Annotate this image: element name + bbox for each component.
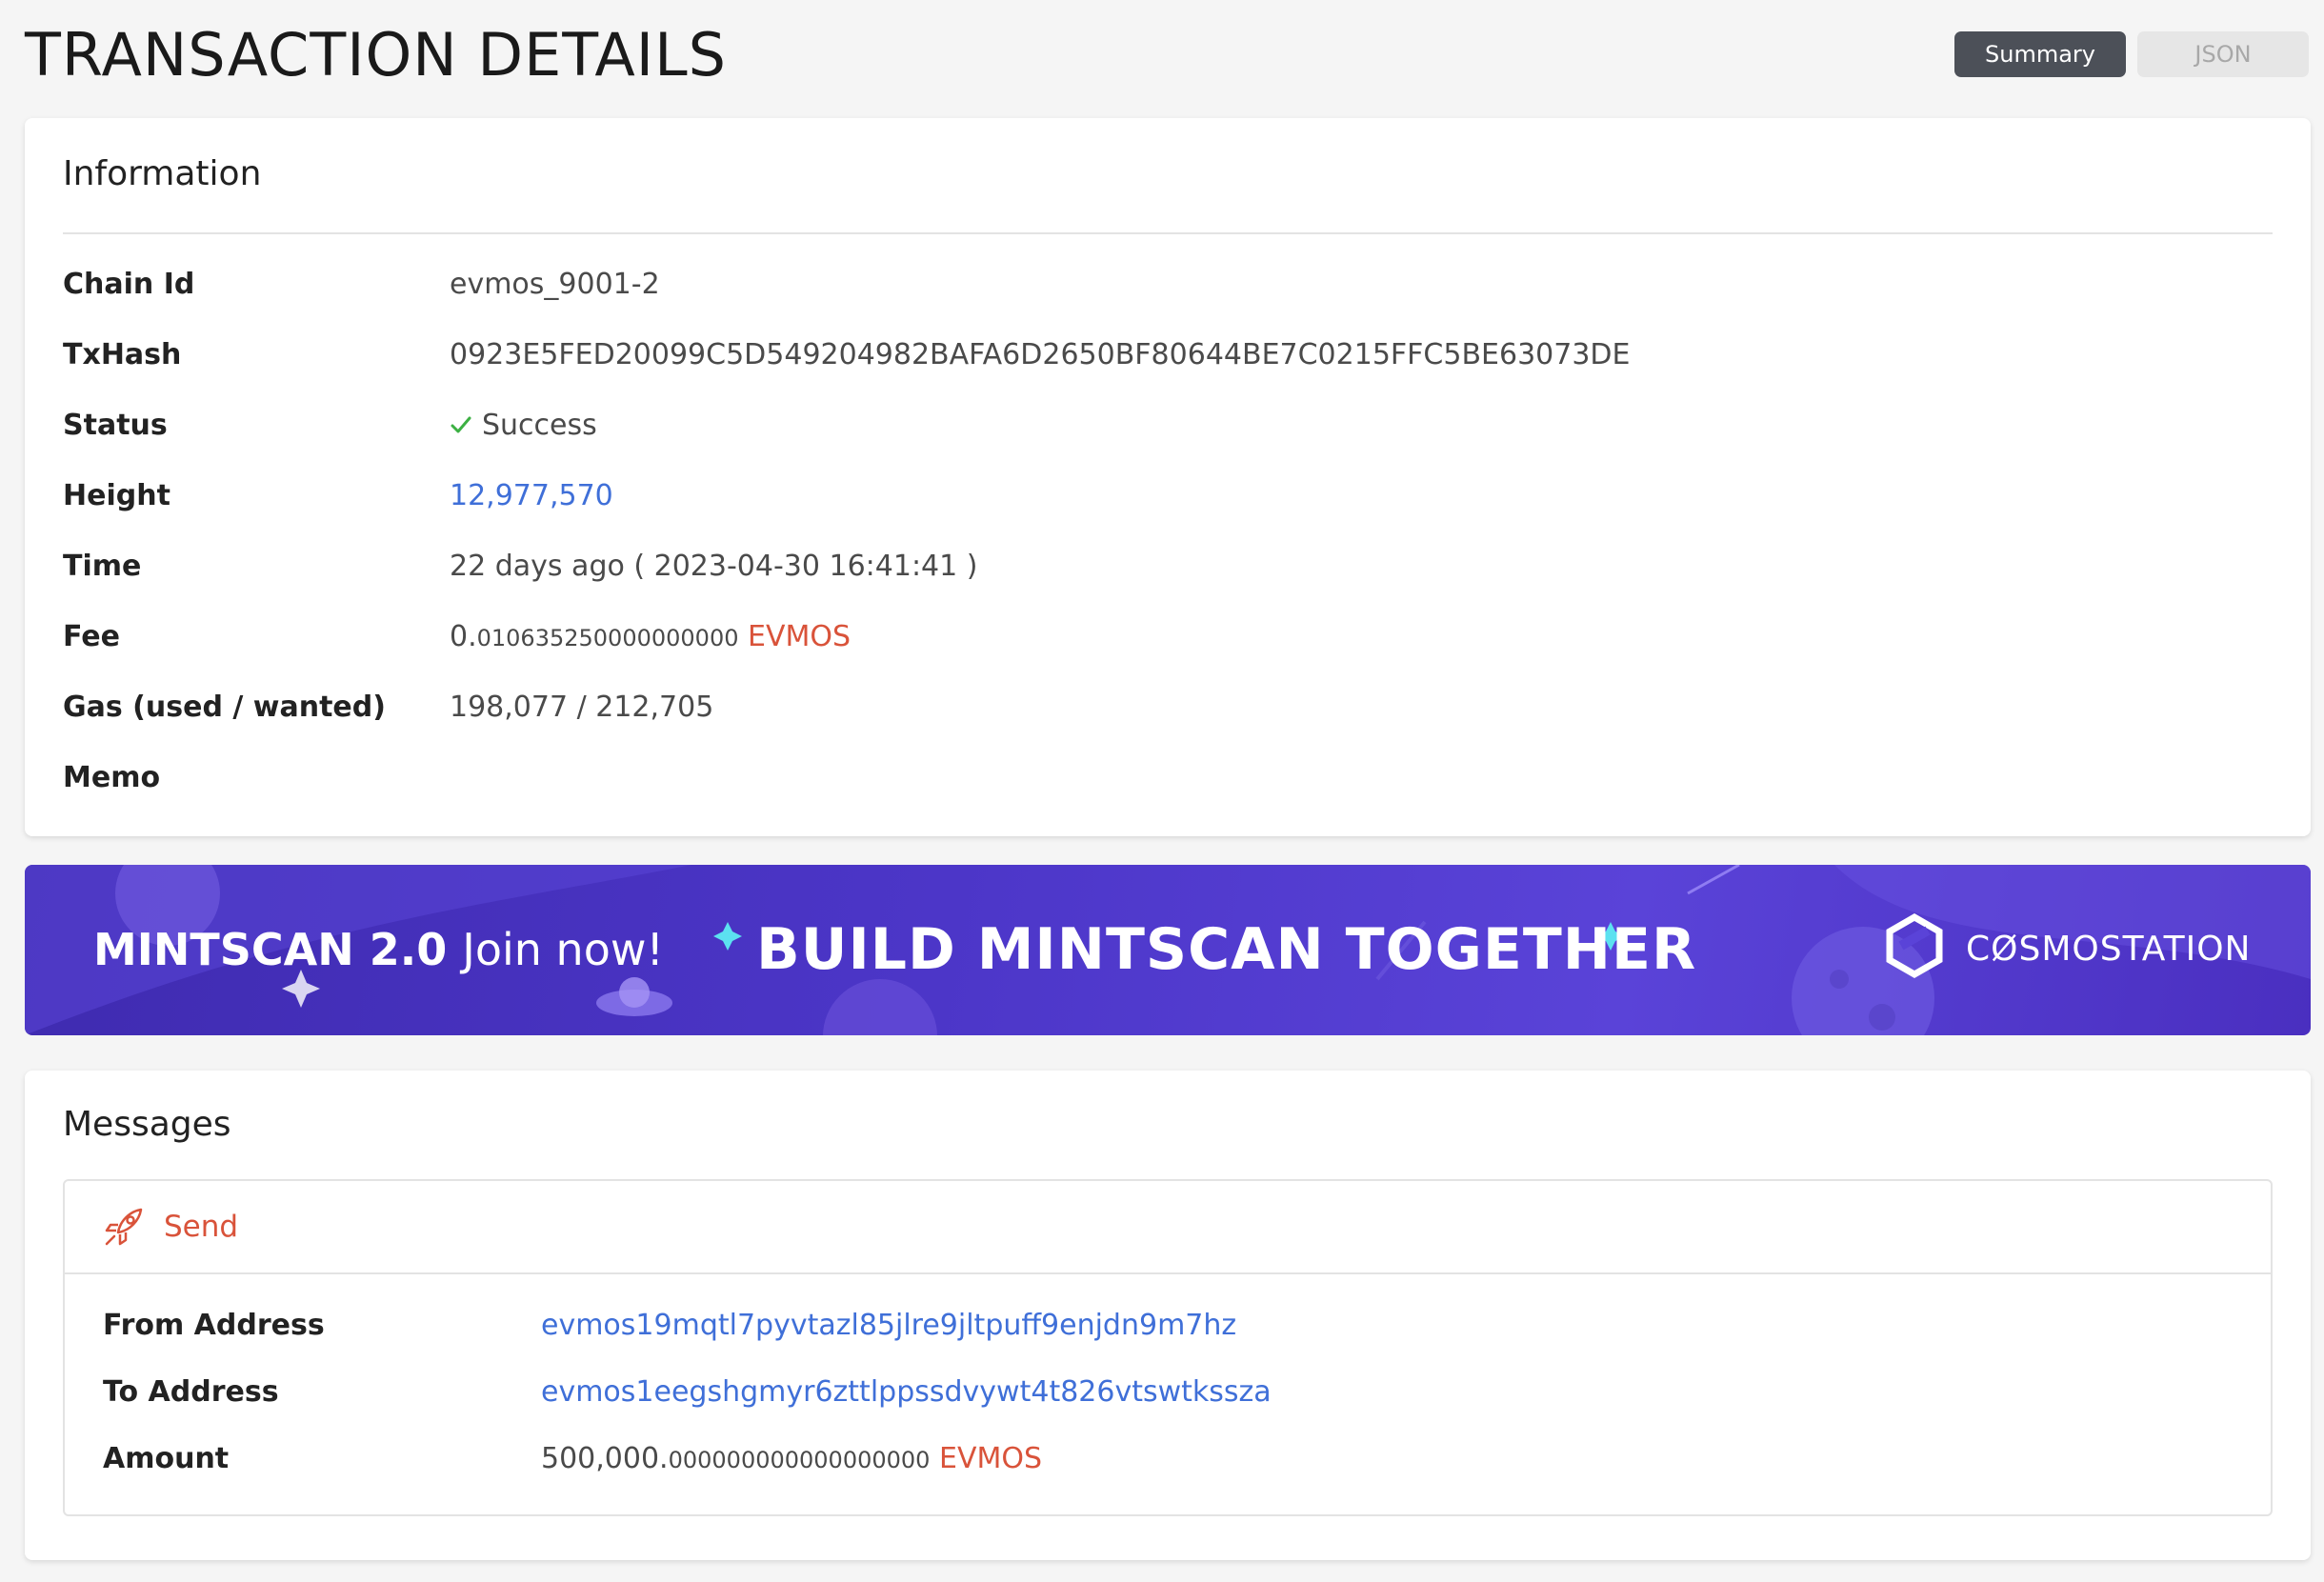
message-row-from: From Address evmos19mqtl7pyvtazl85jlre9j… xyxy=(103,1299,2233,1352)
chain-id-value: evmos_9001-2 xyxy=(450,268,660,301)
info-row-chain-id: Chain Id evmos_9001-2 xyxy=(63,258,2273,311)
check-icon xyxy=(451,416,471,433)
info-row-status: Status Success xyxy=(63,399,2273,452)
info-row-memo: Memo xyxy=(63,751,2273,805)
to-address-link[interactable]: evmos1eegshgmyr6zttlppssdvywt4t826vtswtk… xyxy=(541,1366,1272,1419)
info-label: Fee xyxy=(63,620,120,653)
message-row-to: To Address evmos1eegshgmyr6zttlppssdvywt… xyxy=(103,1366,2233,1419)
information-card: Information Chain Id evmos_9001-2 TxHash… xyxy=(25,118,2311,836)
amount-denom: EVMOS xyxy=(939,1442,1043,1475)
to-address-label: To Address xyxy=(103,1375,279,1409)
info-label: Gas (used / wanted) xyxy=(63,691,386,724)
view-toggle: Summary JSON xyxy=(1954,31,2309,77)
banner-headline: BUILD MINTSCAN TOGETHER xyxy=(756,916,1697,983)
banner-mintscan-label: MINTSCAN 2.0 xyxy=(93,924,448,975)
info-row-txhash: TxHash 0923E5FED20099C5D549204982BAFA6D2… xyxy=(63,329,2273,382)
info-row-time: Time 22 days ago ( 2023-04-30 16:41:41 ) xyxy=(63,540,2273,593)
banner-join-label: Join now! xyxy=(462,924,664,975)
message-header: Send xyxy=(65,1181,2271,1274)
amount-value: 500,000.000000000000000000 EVMOS xyxy=(541,1432,1042,1487)
from-address-link[interactable]: evmos19mqtl7pyvtazl85jlre9jltpuff9enjdn9… xyxy=(541,1299,1236,1352)
fee-denom: EVMOS xyxy=(748,620,851,653)
info-label: Chain Id xyxy=(63,268,195,301)
status-text: Success xyxy=(482,409,597,442)
info-label: TxHash xyxy=(63,338,182,371)
height-link[interactable]: 12,977,570 xyxy=(450,470,613,523)
info-label: Status xyxy=(63,409,168,442)
txhash-value: 0923E5FED20099C5D549204982BAFA6D2650BF80… xyxy=(450,338,1631,371)
message-item: Send From Address evmos19mqtl7pyvtazl85j… xyxy=(63,1179,2273,1516)
amount-decimals: 000000000000000000 xyxy=(668,1447,931,1473)
messages-card: Messages Send From Address evmos19mqtl7p… xyxy=(25,1071,2311,1560)
from-address-label: From Address xyxy=(103,1309,325,1342)
mintscan-promo-banner[interactable]: MINTSCAN 2.0 Join now! BUILD MINTSCAN TO… xyxy=(25,865,2311,1035)
information-divider xyxy=(63,232,2273,234)
message-type-label: Send xyxy=(164,1210,239,1244)
rocket-icon xyxy=(105,1208,143,1246)
info-row-height: Height 12,977,570 xyxy=(63,470,2273,523)
fee-decimals: 010635250000000000 xyxy=(476,625,739,651)
fee-integer: 0. xyxy=(450,620,477,653)
message-row-amount: Amount 500,000.000000000000000000 EVMOS xyxy=(103,1432,2233,1486)
info-row-fee: Fee 0.010635250000000000 EVMOS xyxy=(63,611,2273,664)
amount-integer: 500,000. xyxy=(541,1442,669,1475)
info-label: Memo xyxy=(63,761,161,794)
information-title: Information xyxy=(63,154,262,193)
time-value: 22 days ago ( 2023-04-30 16:41:41 ) xyxy=(450,550,978,583)
page-title: TRANSACTION DETAILS xyxy=(25,20,727,90)
amount-label: Amount xyxy=(103,1442,230,1475)
banner-brand-name: CØSMOSTATION xyxy=(1966,930,2252,969)
info-label: Height xyxy=(63,479,170,512)
info-row-gas: Gas (used / wanted) 198,077 / 212,705 xyxy=(63,681,2273,734)
gas-value: 198,077 / 212,705 xyxy=(450,691,714,724)
status-value: Success xyxy=(450,399,597,452)
info-label: Time xyxy=(63,550,142,583)
summary-tab-button[interactable]: Summary xyxy=(1954,31,2126,77)
banner-join-text: MINTSCAN 2.0 Join now! xyxy=(93,924,664,975)
messages-title: Messages xyxy=(63,1105,231,1144)
json-tab-button[interactable]: JSON xyxy=(2137,31,2309,77)
fee-value: 0.010635250000000000 EVMOS xyxy=(450,611,851,665)
